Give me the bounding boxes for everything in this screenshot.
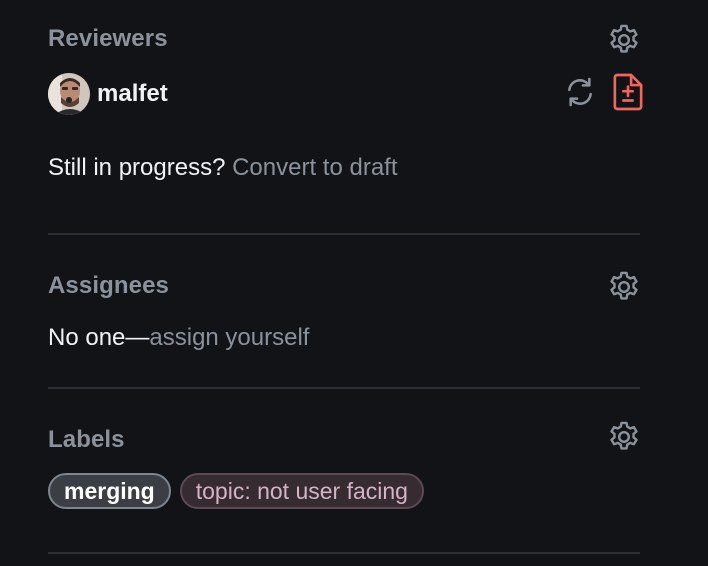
assignees-heading: Assignees bbox=[48, 272, 169, 299]
labels-heading: Labels bbox=[48, 426, 125, 453]
assign-yourself-link[interactable]: assign yourself bbox=[149, 324, 309, 351]
labels-list: merging topic: not user facing bbox=[48, 473, 424, 509]
draft-prompt-text: Still in progress? bbox=[48, 154, 226, 181]
reviewer-item[interactable]: malfet bbox=[48, 72, 168, 116]
convert-to-draft-link[interactable]: Convert to draft bbox=[232, 154, 397, 181]
reviewers-gear-icon[interactable] bbox=[606, 22, 642, 58]
label-topic-not-user-facing[interactable]: topic: not user facing bbox=[179, 473, 424, 509]
pr-sidebar: Reviewers malfet Still in progress? Conv… bbox=[0, 0, 708, 566]
section-divider bbox=[48, 233, 640, 235]
reviewer-username[interactable]: malfet bbox=[97, 80, 168, 108]
reviewer-avatar[interactable] bbox=[48, 73, 90, 115]
assignees-empty: No one—assign yourself bbox=[48, 324, 309, 352]
labels-gear-icon[interactable] bbox=[606, 419, 642, 455]
assignees-gear-icon[interactable] bbox=[606, 269, 642, 305]
file-diff-icon bbox=[611, 73, 645, 111]
section-divider bbox=[48, 387, 640, 389]
no-assignee-text: No one— bbox=[48, 324, 150, 351]
section-divider bbox=[48, 552, 640, 554]
reviewers-heading: Reviewers bbox=[48, 25, 168, 52]
label-merging[interactable]: merging bbox=[48, 473, 171, 509]
sync-icon[interactable] bbox=[563, 75, 597, 109]
draft-prompt: Still in progress? Convert to draft bbox=[48, 154, 398, 182]
